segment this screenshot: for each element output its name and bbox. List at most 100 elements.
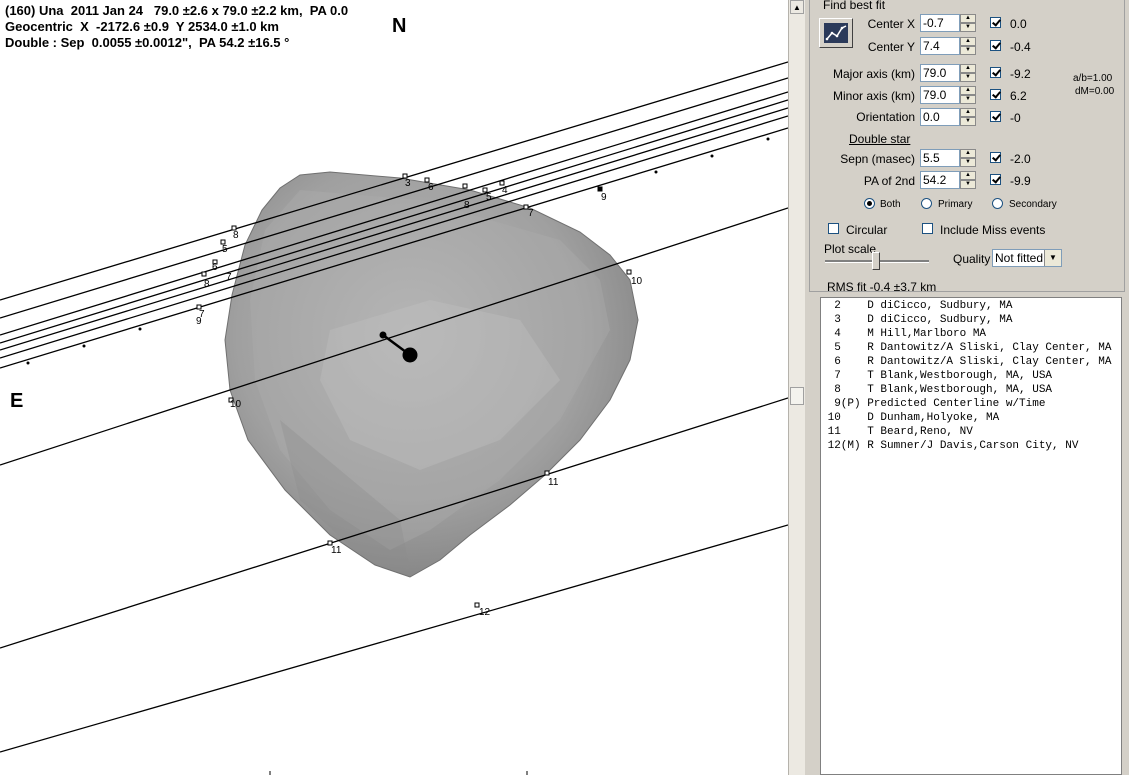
pa2-spinner[interactable]: ▲ ▼	[920, 171, 977, 189]
include-miss-checkbox[interactable]	[922, 223, 933, 234]
center-x-checkbox[interactable]	[990, 17, 1001, 28]
radio-both-label: Both	[880, 199, 901, 210]
observer-list[interactable]: 2 D diCicco, Sudbury, MA 3 D diCicco, Su…	[820, 297, 1122, 775]
chord-label: 3	[405, 178, 411, 189]
center-y-checkbox[interactable]	[990, 40, 1001, 51]
minor-axis-input[interactable]	[920, 86, 960, 104]
fit-control-panel: Find best fit Center X ▲ ▼ 0.0 Center Y …	[805, 0, 1129, 775]
list-item[interactable]: 2 D diCicco, Sudbury, MA	[821, 300, 1012, 312]
chord-label: 10	[631, 276, 643, 287]
minor-axis-label: Minor axis (km)	[832, 89, 915, 103]
list-item[interactable]: 6 R Dantowitz/A Sliski, Clay Center, MA	[821, 356, 1111, 368]
spin-down-icon[interactable]: ▼	[960, 95, 976, 104]
spin-up-icon[interactable]: ▲	[960, 149, 976, 158]
group-title: Find best fit	[821, 0, 888, 12]
circular-label: Circular	[846, 223, 888, 237]
include-miss-label: Include Miss events	[940, 223, 1046, 237]
list-item[interactable]: 12(M) R Sumner/J Davis,Carson City, NV	[821, 440, 1079, 452]
orientation-delta: -0	[1010, 111, 1021, 125]
major-axis-checkbox[interactable]	[990, 67, 1001, 78]
list-item[interactable]: 10 D Dunham,Holyoke, MA	[821, 412, 1000, 424]
center-y-input[interactable]	[920, 37, 960, 55]
plot-canvas: 3 6 4 5 8 7 9 8 5 6 7 8 7 9 10 10 11 11 …	[0, 61, 788, 775]
sepn-checkbox[interactable]	[990, 152, 1001, 163]
chord-label: 4	[502, 185, 508, 196]
chord-label: 12	[479, 607, 491, 618]
sepn-input[interactable]	[920, 149, 960, 167]
radio-both[interactable]	[864, 198, 875, 209]
center-x-label: Center X	[867, 17, 915, 31]
pa2-label: PA of 2nd	[863, 174, 915, 188]
sepn-delta: -2.0	[1010, 152, 1031, 166]
spin-down-icon[interactable]: ▼	[960, 158, 976, 167]
list-item[interactable]: 8 T Blank,Westborough, MA, USA	[821, 384, 1052, 396]
delta-magnitude: dM=0.00	[1075, 86, 1115, 97]
sepn-spinner[interactable]: ▲ ▼	[920, 149, 977, 167]
chord-label: 11	[548, 477, 559, 488]
list-item[interactable]: 11 T Beard,Reno, NV	[821, 426, 973, 438]
chevron-down-icon[interactable]: ▼	[1044, 250, 1061, 266]
list-item[interactable]: 3 D diCicco, Sudbury, MA	[821, 314, 1012, 326]
quality-value: Not fitted	[995, 251, 1044, 265]
occultation-plot[interactable]: 3 6 4 5 8 7 9 8 5 6 7 8 7 9 10 10 11 11 …	[0, 0, 788, 775]
spin-up-icon[interactable]: ▲	[960, 86, 976, 95]
pa2-delta: -9.9	[1010, 174, 1031, 188]
header-line-2: Geocentric X -2172.6 ±0.9 Y 2534.0 ±1.0 …	[5, 19, 279, 34]
list-item[interactable]: 9(P) Predicted Centerline w/Time	[821, 398, 1045, 410]
center-y-label: Center Y	[867, 40, 915, 54]
orientation-label: Orientation	[856, 110, 915, 124]
radio-primary[interactable]	[921, 198, 932, 209]
chord-label: 8	[464, 200, 470, 211]
chord-label: 10	[230, 399, 242, 410]
spin-up-icon[interactable]: ▲	[960, 37, 976, 46]
compass-east: E	[10, 390, 24, 412]
radio-secondary-label: Secondary	[1009, 199, 1057, 210]
center-x-spinner[interactable]: ▲ ▼	[920, 14, 977, 32]
minor-axis-delta: 6.2	[1010, 89, 1027, 103]
major-axis-delta: -9.2	[1010, 67, 1031, 81]
header-line-1: (160) Una 2011 Jan 24 79.0 ±2.6 x 79.0 ±…	[5, 3, 349, 18]
radio-secondary[interactable]	[992, 198, 1003, 209]
plot-vertical-scrollbar[interactable]: ▲	[788, 0, 805, 775]
major-axis-spinner[interactable]: ▲ ▼	[920, 64, 977, 82]
quality-select[interactable]: Not fitted ▼	[992, 249, 1062, 267]
list-item[interactable]: 7 T Blank,Westborough, MA, USA	[821, 370, 1052, 382]
spin-up-icon[interactable]: ▲	[960, 108, 976, 117]
orientation-checkbox[interactable]	[990, 111, 1001, 122]
spin-down-icon[interactable]: ▼	[960, 23, 976, 32]
minor-axis-checkbox[interactable]	[990, 89, 1001, 100]
double-star-link[interactable]: Double star	[849, 132, 910, 146]
secondary-star-marker	[379, 331, 387, 339]
plot-scale-slider[interactable]	[872, 252, 880, 270]
spin-down-icon[interactable]: ▼	[960, 73, 976, 82]
chord-label: 7	[226, 272, 232, 283]
major-axis-input[interactable]	[920, 64, 960, 82]
chord-label: 6	[428, 182, 434, 193]
orientation-spinner[interactable]: ▲ ▼	[920, 108, 977, 126]
spin-up-icon[interactable]: ▲	[960, 64, 976, 73]
center-y-delta: -0.4	[1010, 40, 1031, 54]
orientation-input[interactable]	[920, 108, 960, 126]
major-axis-label: Major axis (km)	[832, 67, 915, 81]
spin-down-icon[interactable]: ▼	[960, 117, 976, 126]
center-y-spinner[interactable]: ▲ ▼	[920, 37, 977, 55]
list-item[interactable]: 4 M Hill,Marlboro MA	[821, 328, 986, 340]
minor-axis-spinner[interactable]: ▲ ▼	[920, 86, 977, 104]
list-item[interactable]: 5 R Dantowitz/A Sliski, Clay Center, MA	[821, 342, 1111, 354]
chord-label: 9	[196, 316, 202, 327]
pa2-input[interactable]	[920, 171, 960, 189]
spin-up-icon[interactable]: ▲	[960, 171, 976, 180]
quality-label: Quality	[953, 252, 991, 266]
scroll-thumb[interactable]	[790, 387, 804, 405]
pa2-checkbox[interactable]	[990, 174, 1001, 185]
rms-fit: RMS fit -0.4 ±3.7 km	[827, 280, 937, 294]
plot-scale-label: Plot scale	[824, 242, 877, 256]
scroll-up-arrow-icon[interactable]: ▲	[790, 0, 804, 14]
spin-down-icon[interactable]: ▼	[960, 46, 976, 55]
center-x-input[interactable]	[920, 14, 960, 32]
spin-up-icon[interactable]: ▲	[960, 14, 976, 23]
circular-checkbox[interactable]	[828, 223, 839, 234]
chord-label: 8	[233, 230, 239, 241]
spin-down-icon[interactable]: ▼	[960, 180, 976, 189]
chord-label: 6	[212, 262, 218, 273]
